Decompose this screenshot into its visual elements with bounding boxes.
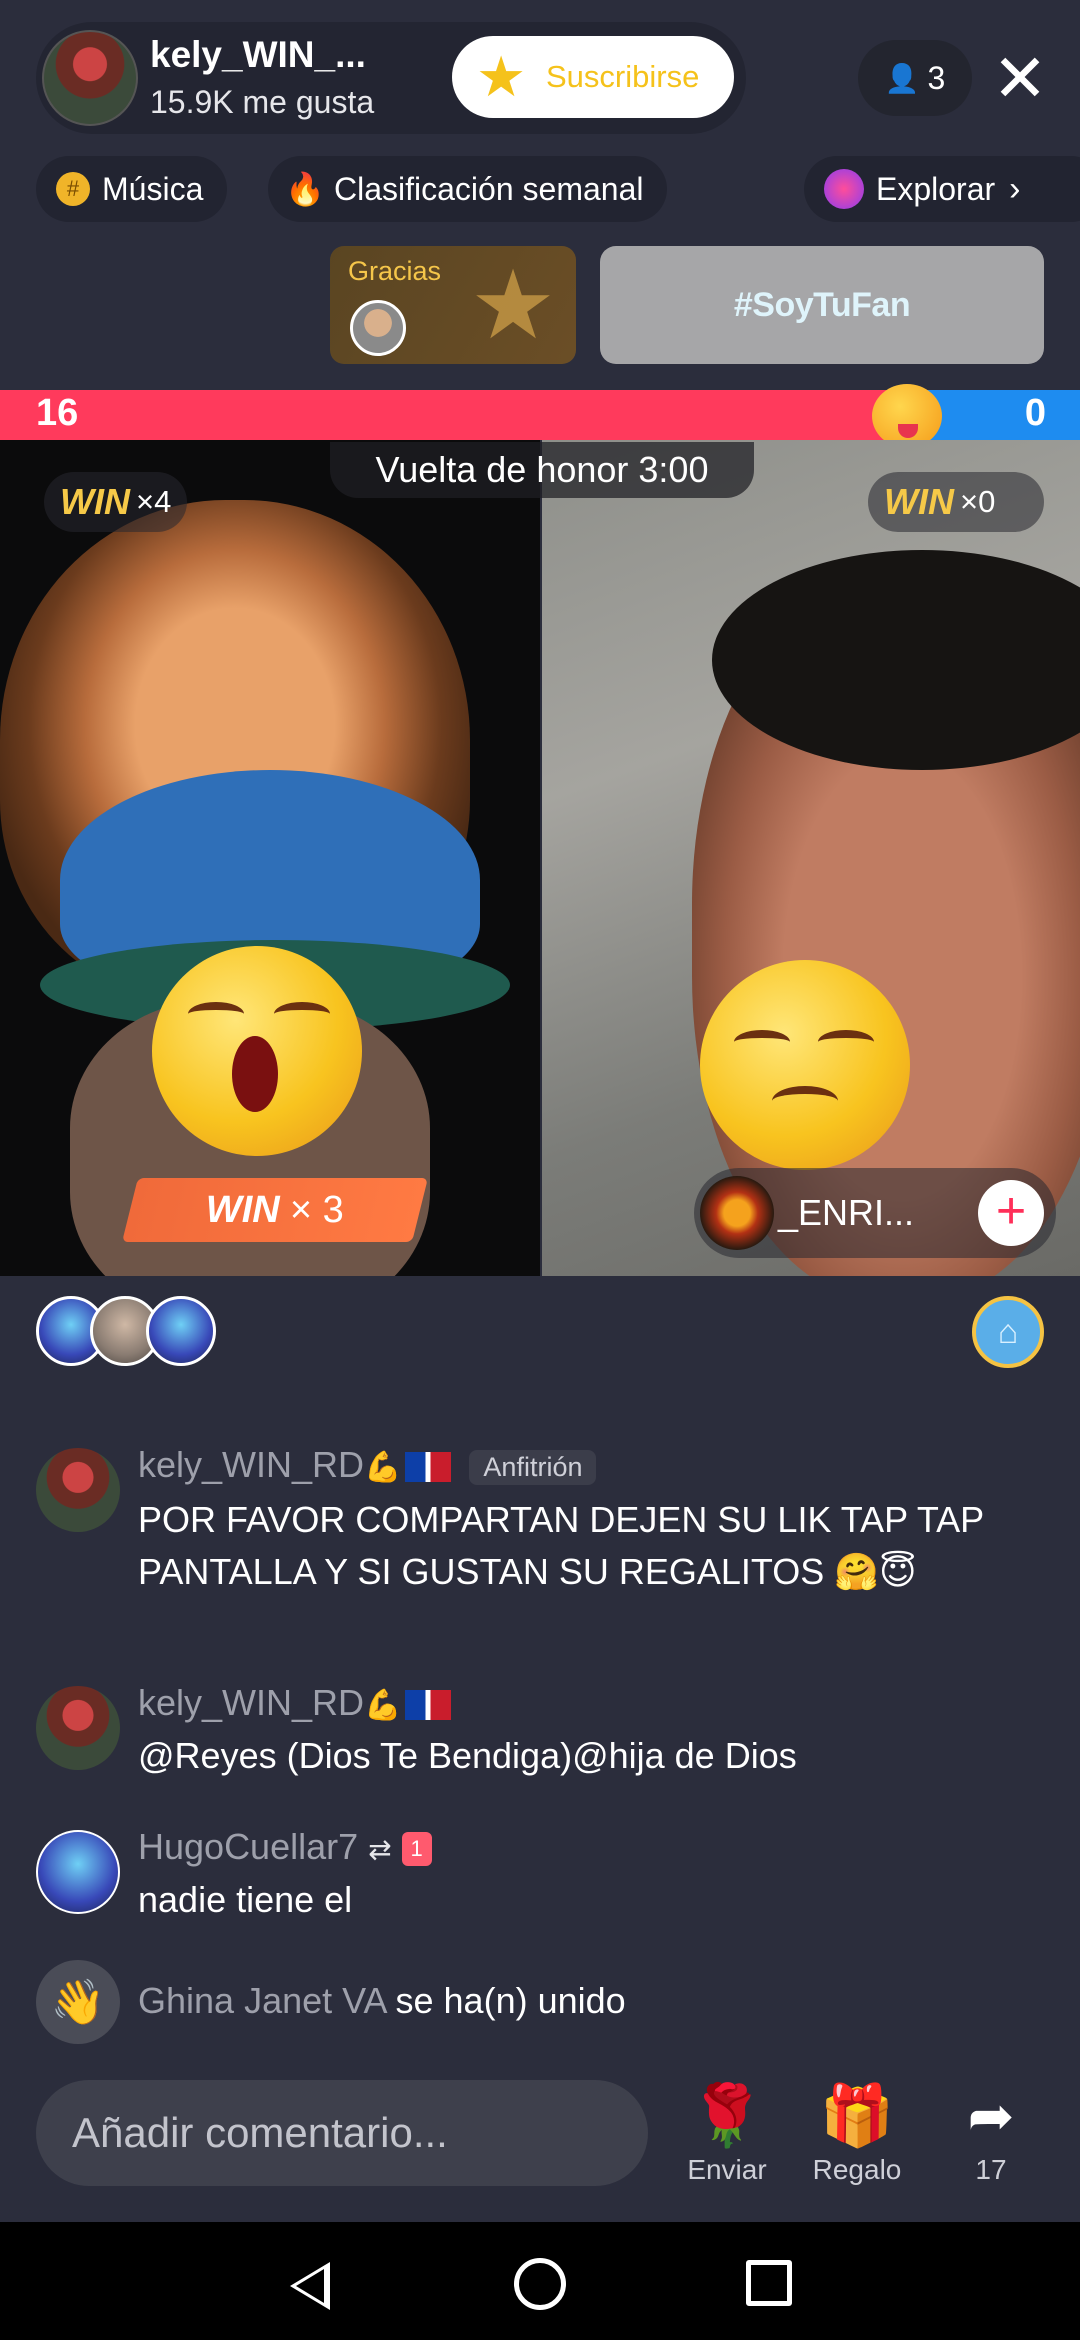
joined-user[interactable]: Ghina Janet VA bbox=[138, 1980, 386, 2021]
guest-avatar[interactable] bbox=[700, 1176, 774, 1250]
waving-hand-icon: 👋 bbox=[36, 1960, 120, 2044]
send-rose-button[interactable]: 🌹 Enviar bbox=[672, 2080, 782, 2186]
win-word: WIN bbox=[60, 481, 130, 522]
banner-win-count: × 3 bbox=[289, 1188, 344, 1231]
chat-username[interactable]: kely_WIN_RD💪 Anfitrión bbox=[138, 1444, 597, 1486]
close-icon[interactable]: ✕ bbox=[990, 40, 1050, 116]
top-gifter-avatar[interactable] bbox=[146, 1296, 216, 1366]
sad-emoji-icon bbox=[700, 960, 910, 1170]
dominican-flag-icon bbox=[405, 1452, 452, 1483]
viewer-count-button[interactable]: 👤 3 bbox=[858, 40, 972, 116]
rose-icon: 🌹 bbox=[689, 2082, 765, 2149]
chat-avatar[interactable] bbox=[36, 1448, 120, 1532]
dominican-flag-icon bbox=[405, 1690, 452, 1721]
battle-timer: Vuelta de honor 3:00 bbox=[330, 442, 754, 498]
flexed-arm-icon: 💪 bbox=[364, 1451, 402, 1484]
chip-music[interactable]: # Música bbox=[36, 156, 228, 222]
host-avatar[interactable] bbox=[42, 30, 138, 126]
android-navigation-bar bbox=[0, 2222, 1080, 2340]
follow-guest-button[interactable]: + bbox=[978, 1180, 1044, 1246]
host-badge: Anfitrión bbox=[469, 1449, 597, 1485]
fan-card-label: #SoyTuFan bbox=[733, 285, 911, 324]
level-badge-icon: 1 bbox=[401, 1832, 432, 1867]
chat-username[interactable]: kely_WIN_RD💪 bbox=[138, 1682, 452, 1724]
share-arrow-icon: ➦ bbox=[967, 2084, 1015, 2147]
chat-message: nadie tiene el bbox=[138, 1879, 353, 1920]
tongue-emoji-icon bbox=[872, 384, 942, 448]
chat-message: @Reyes (Dios Te Bendiga)@hija de Dios bbox=[138, 1735, 797, 1776]
chat-avatar[interactable] bbox=[36, 1830, 120, 1914]
flame-icon: 🔥 bbox=[285, 171, 325, 207]
chat-message: POR FAVOR COMPARTAN DEJEN SU LIK TAP TAP… bbox=[138, 1499, 984, 1592]
chip-music-label: Música bbox=[102, 170, 204, 207]
win-word: WIN bbox=[884, 481, 954, 522]
thanks-label: Gracias bbox=[348, 256, 442, 286]
host-video-pane[interactable] bbox=[0, 440, 540, 1276]
chip-explore[interactable]: Explorar › bbox=[804, 156, 1080, 222]
sofa-icon[interactable]: ⌂ bbox=[972, 1296, 1044, 1368]
subscribe-label: Suscribirse bbox=[546, 59, 700, 94]
music-badge-icon: # bbox=[56, 172, 90, 206]
score-right: 0 bbox=[1024, 392, 1046, 434]
surprised-emoji-icon bbox=[152, 946, 362, 1156]
win-word: WIN bbox=[206, 1188, 280, 1231]
thanks-gift-card[interactable]: Gracias ★ bbox=[330, 246, 576, 364]
chat-avatar[interactable] bbox=[36, 1686, 120, 1770]
viewer-count: 3 bbox=[927, 59, 946, 96]
home-icon[interactable] bbox=[514, 2258, 566, 2310]
chevron-right-icon: › bbox=[1009, 169, 1021, 208]
guest-win-count: ×0 bbox=[959, 484, 996, 519]
flexed-arm-icon: 💪 bbox=[364, 1689, 402, 1722]
host-win-count: ×4 bbox=[135, 484, 172, 519]
guest-name[interactable]: _ENRI... bbox=[778, 1192, 914, 1234]
person-icon: 👤 bbox=[884, 62, 920, 94]
chat-username[interactable]: HugoCuellar7 ⇄ 1 bbox=[138, 1826, 432, 1868]
soy-tu-fan-card[interactable]: #SoyTuFan bbox=[600, 246, 1044, 364]
gift-icon: 🎁 bbox=[819, 2082, 895, 2149]
chip-weekly-ranking[interactable]: 🔥 Clasificación semanal bbox=[268, 156, 668, 222]
gift-label: Regalo bbox=[812, 2154, 902, 2185]
star-icon: ★ bbox=[476, 45, 527, 108]
back-icon[interactable] bbox=[290, 2262, 330, 2310]
host-likes-count: 15.9K me gusta bbox=[150, 84, 375, 120]
guest-video-pane[interactable] bbox=[542, 440, 1080, 1276]
chip-explore-label: Explorar bbox=[876, 170, 996, 207]
planet-icon bbox=[824, 169, 864, 209]
host-win-streak: WIN ×4 bbox=[44, 472, 188, 532]
comment-input[interactable]: Añadir comentario... bbox=[36, 2080, 648, 2186]
score-left: 16 bbox=[36, 392, 79, 434]
subscribe-button[interactable]: ★ Suscribirse bbox=[452, 36, 734, 118]
mutual-friends-icon: ⇄ bbox=[368, 1834, 392, 1865]
win-streak-banner: WIN × 3 bbox=[122, 1178, 428, 1242]
guest-win-streak: WIN ×0 bbox=[868, 472, 1044, 532]
host-name[interactable]: kely_WIN_... bbox=[150, 34, 366, 76]
share-button[interactable]: ➦ 17 bbox=[936, 2080, 1046, 2186]
share-count: 17 bbox=[975, 2154, 1007, 2185]
join-notice: Ghina Janet VA se ha(n) unido bbox=[138, 1980, 626, 2022]
send-label: Enviar bbox=[687, 2154, 767, 2185]
trophy-icon: ★ bbox=[470, 252, 557, 359]
join-text: se ha(n) unido bbox=[395, 1980, 626, 2021]
gift-button[interactable]: 🎁 Regalo bbox=[802, 2080, 912, 2186]
thanks-avatar bbox=[350, 300, 406, 356]
recent-apps-icon[interactable] bbox=[746, 2260, 792, 2306]
chip-weekly-ranking-label: Clasificación semanal bbox=[334, 170, 644, 207]
